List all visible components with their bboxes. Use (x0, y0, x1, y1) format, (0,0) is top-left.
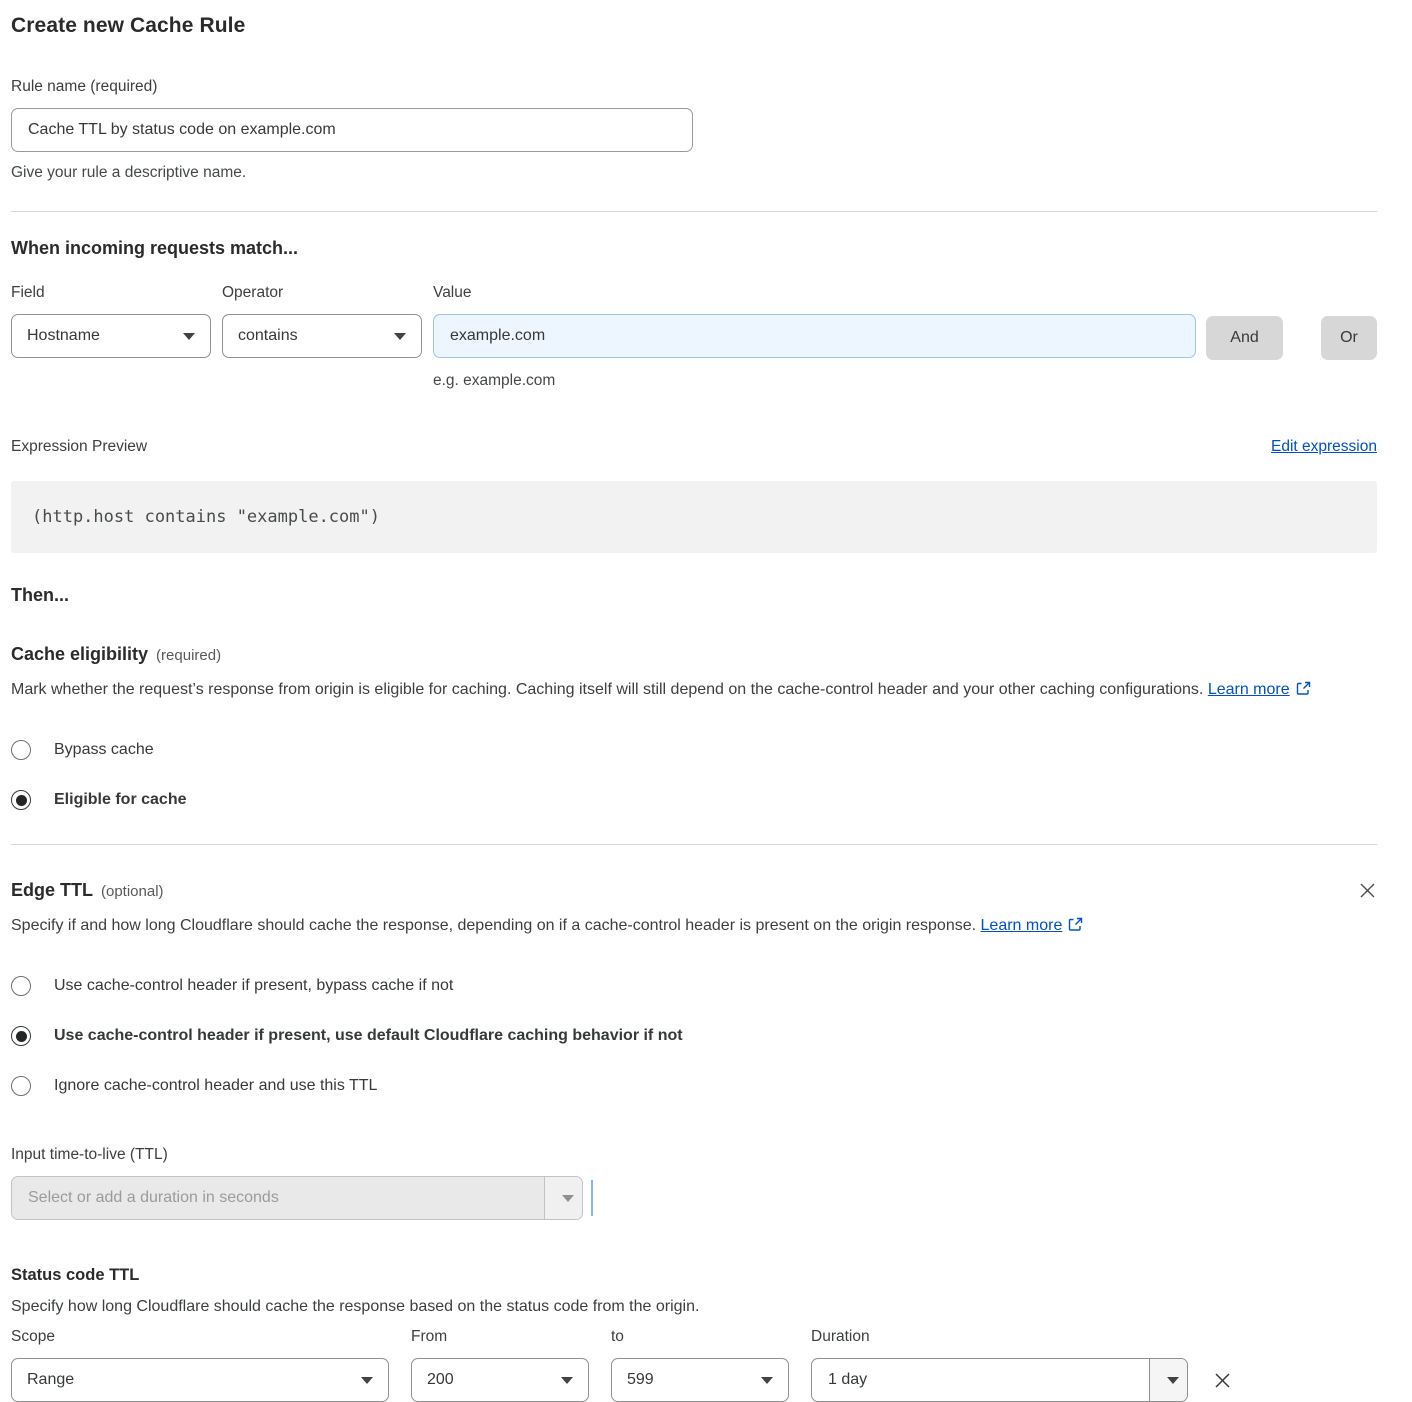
cache-eligibility-qualifier: (required) (156, 647, 221, 664)
cache-eligibility-description: Mark whether the request’s response from… (11, 676, 1377, 704)
radio-option-eligible-for-cache[interactable]: Eligible for cache (11, 790, 1377, 810)
scope-select[interactable]: Range (11, 1358, 389, 1402)
close-edge-ttl-icon[interactable] (1358, 881, 1377, 900)
ttl-duration-input[interactable] (28, 1189, 528, 1207)
radio-option-ignore-header[interactable]: Ignore cache-control header and use this… (11, 1076, 1377, 1096)
match-condition-row: Field Hostname Operator contains Value e… (11, 284, 1377, 390)
edge-ttl-heading-row: Edge TTL (optional) (11, 880, 1377, 901)
status-code-ttl-description: Specify how long Cloudflare should cache… (11, 1298, 1377, 1316)
then-heading: Then... (11, 585, 1377, 606)
field-select-value: Hostname (27, 327, 100, 345)
radio-option-label: Eligible for cache (54, 791, 186, 809)
chevron-down-icon (761, 1377, 773, 1384)
ttl-dropdown-button[interactable] (544, 1177, 582, 1219)
cache-eligibility-heading-row: Cache eligibility (required) (11, 644, 1377, 665)
edge-ttl-description-text: Specify if and how long Cloudflare shoul… (11, 917, 976, 934)
ttl-input-label: Input time-to-live (TTL) (11, 1146, 1377, 1164)
radio-option-label: Use cache-control header if present, use… (54, 1027, 683, 1045)
edge-ttl-learn-more-link[interactable]: Learn more (981, 917, 1084, 934)
duration-select-value: 1 day (828, 1371, 867, 1389)
from-select[interactable]: 200 (411, 1358, 589, 1402)
learn-more-label: Learn more (981, 917, 1063, 934)
expression-preview-label: Expression Preview (11, 438, 147, 456)
chevron-down-icon (394, 333, 406, 340)
radio-option-label: Use cache-control header if present, byp… (54, 977, 453, 995)
cache-eligibility-heading: Cache eligibility (11, 644, 148, 665)
chevron-down-icon (562, 1195, 574, 1202)
expression-code-text: (http.host contains "example.com") (32, 507, 380, 527)
rule-name-input[interactable] (11, 108, 693, 152)
from-select-value: 200 (427, 1371, 454, 1389)
edge-ttl-description: Specify if and how long Cloudflare shoul… (11, 912, 1116, 940)
duration-select[interactable]: 1 day (811, 1358, 1188, 1402)
expression-preview-header: Expression Preview Edit expression (11, 438, 1377, 456)
value-label: Value (433, 284, 1196, 302)
radio-selected-icon[interactable] (11, 790, 31, 810)
duration-label: Duration (811, 1328, 1188, 1346)
chevron-down-icon (183, 333, 195, 340)
radio-option-use-header-bypass[interactable]: Use cache-control header if present, byp… (11, 976, 1377, 996)
to-label: to (611, 1328, 789, 1346)
from-label: From (411, 1328, 589, 1346)
section-divider (11, 844, 1377, 845)
radio-option-bypass-cache[interactable]: Bypass cache (11, 740, 1377, 760)
match-heading: When incoming requests match... (11, 238, 1377, 259)
ttl-input-row (11, 1176, 1377, 1220)
ttl-duration-select[interactable] (11, 1176, 583, 1220)
edge-ttl-heading: Edge TTL (11, 880, 93, 901)
learn-more-label: Learn more (1208, 681, 1290, 698)
rule-name-section: Rule name (required) Give your rule a de… (11, 78, 1377, 182)
expression-preview-code: (http.host contains "example.com") (11, 481, 1377, 553)
status-code-ttl-row: Scope Range From 200 to 599 Duration (11, 1328, 1377, 1402)
radio-unselected-icon[interactable] (11, 740, 31, 760)
cache-eligibility-description-text: Mark whether the request’s response from… (11, 681, 1203, 698)
chevron-down-icon (361, 1377, 373, 1384)
operator-select[interactable]: contains (222, 314, 422, 358)
value-hint: e.g. example.com (433, 372, 1196, 390)
value-input[interactable] (433, 314, 1196, 358)
scope-label: Scope (11, 1328, 389, 1346)
field-select[interactable]: Hostname (11, 314, 211, 358)
rule-name-label: Rule name (required) (11, 78, 1377, 96)
to-select[interactable]: 599 (611, 1358, 789, 1402)
and-button[interactable]: And (1206, 316, 1283, 360)
operator-label: Operator (222, 284, 422, 302)
to-select-value: 599 (627, 1371, 654, 1389)
external-link-icon (1296, 681, 1311, 696)
edit-expression-link[interactable]: Edit expression (1271, 438, 1377, 456)
or-button[interactable]: Or (1321, 316, 1377, 360)
create-cache-rule-page: Create new Cache Rule Rule name (require… (0, 0, 1412, 1402)
remove-status-ttl-icon[interactable] (1212, 1370, 1233, 1391)
external-link-icon (1068, 917, 1083, 932)
radio-option-label: Bypass cache (54, 741, 154, 759)
conjunction-buttons: And Or (1206, 284, 1377, 390)
duration-dropdown-button[interactable] (1149, 1359, 1187, 1401)
chevron-down-icon (561, 1377, 573, 1384)
field-label: Field (11, 284, 211, 302)
radio-selected-icon[interactable] (11, 1026, 31, 1046)
chevron-down-icon (1167, 1377, 1179, 1384)
radio-option-label: Ignore cache-control header and use this… (54, 1077, 377, 1095)
status-code-ttl-heading: Status code TTL (11, 1266, 1377, 1285)
page-title: Create new Cache Rule (11, 14, 1377, 38)
radio-unselected-icon[interactable] (11, 1076, 31, 1096)
rule-name-help: Give your rule a descriptive name. (11, 164, 1377, 182)
scope-select-value: Range (27, 1371, 74, 1389)
text-cursor (591, 1180, 593, 1216)
radio-option-use-header-default[interactable]: Use cache-control header if present, use… (11, 1026, 1377, 1046)
operator-select-value: contains (238, 327, 298, 345)
edge-ttl-qualifier: (optional) (101, 883, 164, 900)
section-divider (11, 211, 1377, 212)
radio-unselected-icon[interactable] (11, 976, 31, 996)
cache-eligibility-learn-more-link[interactable]: Learn more (1208, 681, 1311, 698)
